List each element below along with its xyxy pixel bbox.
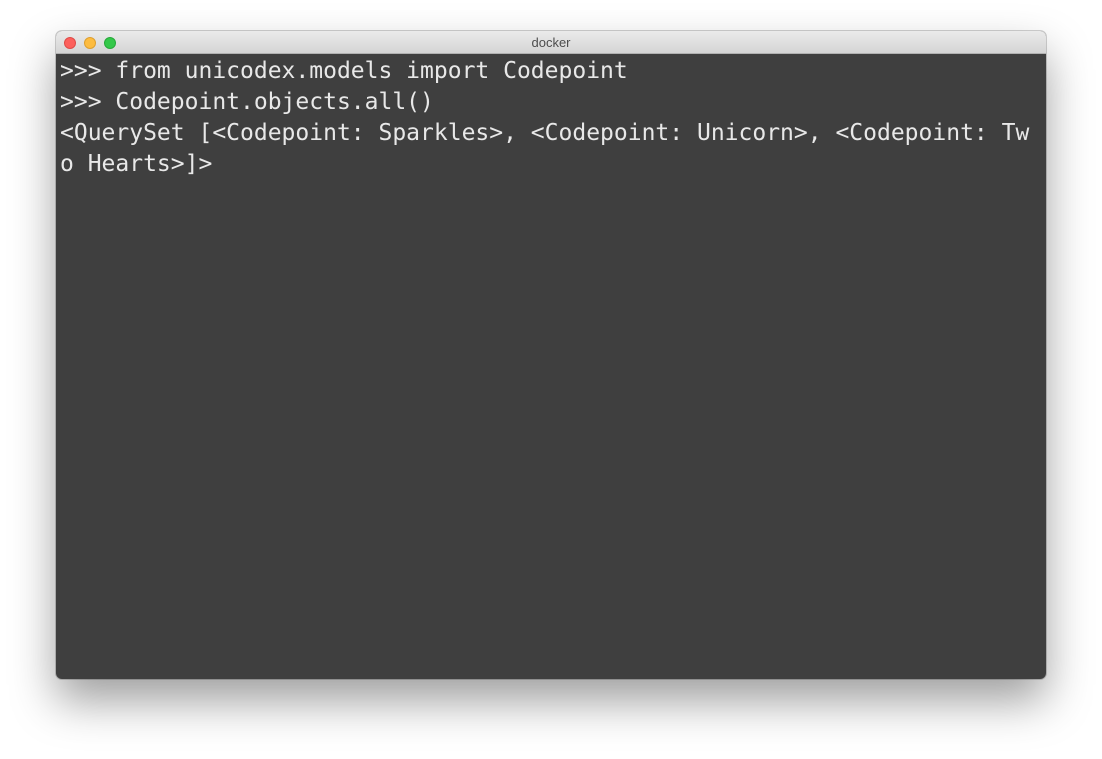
- terminal-line: <QuerySet [<Codepoint: Sparkles>, <Codep…: [60, 120, 1030, 146]
- terminal-window: docker >>> from unicodex.models import C…: [56, 31, 1046, 679]
- window-title: docker: [531, 35, 571, 50]
- terminal-output[interactable]: >>> from unicodex.models import Codepoin…: [60, 56, 1042, 675]
- terminal-line: >>> from unicodex.models import Codepoin…: [60, 58, 628, 84]
- terminal-prompt-line[interactable]: >>>: [60, 180, 1042, 211]
- terminal-line: o Hearts>]>: [60, 151, 213, 177]
- terminal-line: >>> Codepoint.objects.all(): [60, 89, 434, 115]
- window-titlebar[interactable]: docker: [56, 31, 1046, 54]
